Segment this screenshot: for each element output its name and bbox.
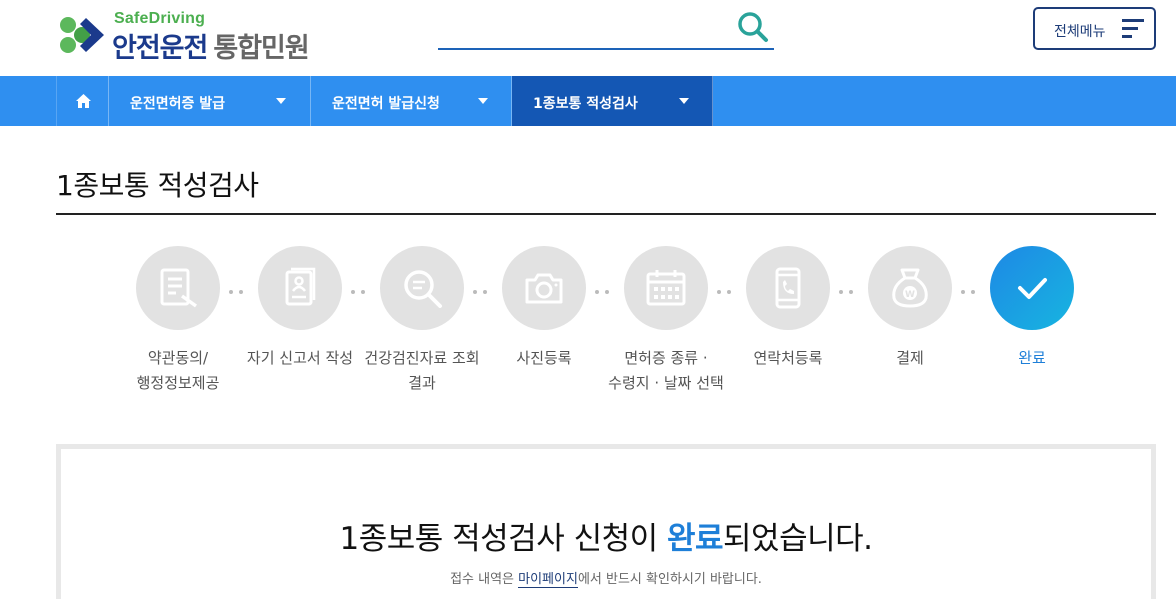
step-label-line: 결과	[408, 374, 436, 392]
step-label-line: 사진등록	[516, 349, 572, 367]
chevron-down-icon	[276, 98, 286, 104]
result-box: 1종보통 적성검사 신청이 완료되었습니다. 접수 내역은 마이페이지에서 반드…	[56, 444, 1156, 599]
mypage-link[interactable]: 마이페이지	[518, 572, 578, 588]
step-label-line: 면허증 종류 ·	[624, 349, 708, 367]
step-connector	[837, 290, 861, 294]
svg-text:W: W	[905, 290, 915, 300]
step-label-line: 수령지 · 날짜 선택	[608, 374, 724, 392]
phone-icon	[775, 267, 801, 309]
logo-clover-icon	[60, 17, 104, 53]
step-label-line: 연락처등록	[753, 349, 823, 367]
home-button[interactable]	[56, 76, 109, 126]
step-connector	[227, 290, 251, 294]
result-subtext-text: 접수 내역은	[450, 572, 519, 587]
step-connector	[715, 290, 739, 294]
search-bar	[438, 10, 774, 50]
camera-icon	[525, 273, 563, 304]
result-message-text: 1종보통 적성검사 신청이	[339, 521, 667, 557]
result-subtext: 접수 내역은 마이페이지에서 반드시 확인하시기 바랍니다.	[61, 568, 1151, 588]
step-label-self-report: 자기 신고서 작성	[230, 346, 370, 371]
search-icon[interactable]	[736, 10, 770, 44]
breadcrumb-label: 운전면허 발급신청	[332, 96, 440, 112]
step-4-circle	[502, 246, 586, 330]
step-7-circle: W	[868, 246, 952, 330]
result-subtext-text: 에서 반드시 확인하시기 바랍니다.	[577, 572, 762, 587]
breadcrumb-label: 운전면허증 발급	[130, 96, 226, 112]
step-6-circle	[746, 246, 830, 330]
site-header: SafeDriving 안전운전 통합민원 전체메뉴	[0, 0, 1176, 76]
step-3-circle	[380, 246, 464, 330]
step-label-complete: 완료	[962, 346, 1102, 371]
step-label-terms: 약관동의/행정정보제공	[108, 346, 248, 396]
home-icon	[76, 94, 91, 108]
logo-main: 안전운전	[112, 33, 208, 64]
step-5-circle	[624, 246, 708, 330]
chevron-down-icon	[478, 98, 488, 104]
step-label-health-check: 건강검진자료 조회결과	[352, 346, 492, 396]
step-label-license-type: 면허증 종류 · 수령지 · 날짜 선택	[596, 346, 736, 396]
step-8-circle	[990, 246, 1074, 330]
all-menu-button[interactable]: 전체메뉴	[1033, 7, 1156, 50]
logo-sub: 통합민원	[213, 33, 309, 64]
self-report-icon	[285, 267, 316, 306]
chevron-down-icon	[679, 98, 689, 104]
breadcrumb-label: 1종보통 적성검사	[533, 96, 638, 112]
step-connector	[593, 290, 617, 294]
breadcrumb-nav: 운전면허증 발급 운전면허 발급신청 1종보통 적성검사	[0, 76, 1176, 126]
page-title: 1종보통 적성검사	[56, 169, 259, 202]
step-connector	[471, 290, 495, 294]
step-label-contact: 연락처등록	[718, 346, 858, 371]
breadcrumb-item-license-apply[interactable]: 운전면허 발급신청	[311, 76, 512, 126]
step-label-payment: 결제	[840, 346, 980, 371]
calendar-icon	[646, 270, 686, 306]
logo-text-ko: 안전운전 통합민원	[112, 26, 310, 65]
all-menu-label: 전체메뉴	[1054, 24, 1106, 40]
result-message-highlight: 완료	[666, 521, 724, 557]
hamburger-icon	[1122, 19, 1144, 38]
step-1-circle	[136, 246, 220, 330]
result-message: 1종보통 적성검사 신청이 완료되었습니다.	[61, 513, 1151, 558]
breadcrumb-item-aptitude-test[interactable]: 1종보통 적성검사	[512, 76, 713, 126]
search-input[interactable]	[438, 16, 728, 46]
money-bag-icon: W	[892, 268, 928, 308]
step-connector	[959, 290, 983, 294]
step-2-circle	[258, 246, 342, 330]
title-divider	[56, 213, 1156, 215]
step-label-line: 완료	[1018, 349, 1046, 367]
step-label-photo: 사진등록	[474, 346, 614, 371]
result-message-text: 되었습니다.	[723, 521, 873, 557]
search-document-icon	[404, 270, 442, 308]
step-label-line: 행정정보제공	[136, 374, 220, 392]
step-label-line: 약관동의/	[147, 349, 209, 367]
check-icon	[1018, 278, 1047, 299]
site-logo[interactable]: SafeDriving 안전운전 통합민원	[56, 6, 346, 65]
breadcrumb-item-license-issue[interactable]: 운전면허증 발급	[109, 76, 311, 126]
step-label-line: 건강검진자료 조회	[364, 349, 480, 367]
step-label-line: 결제	[896, 349, 924, 367]
step-label-line: 자기 신고서 작성	[246, 349, 354, 367]
document-pen-icon	[160, 268, 198, 308]
step-connector	[349, 290, 373, 294]
